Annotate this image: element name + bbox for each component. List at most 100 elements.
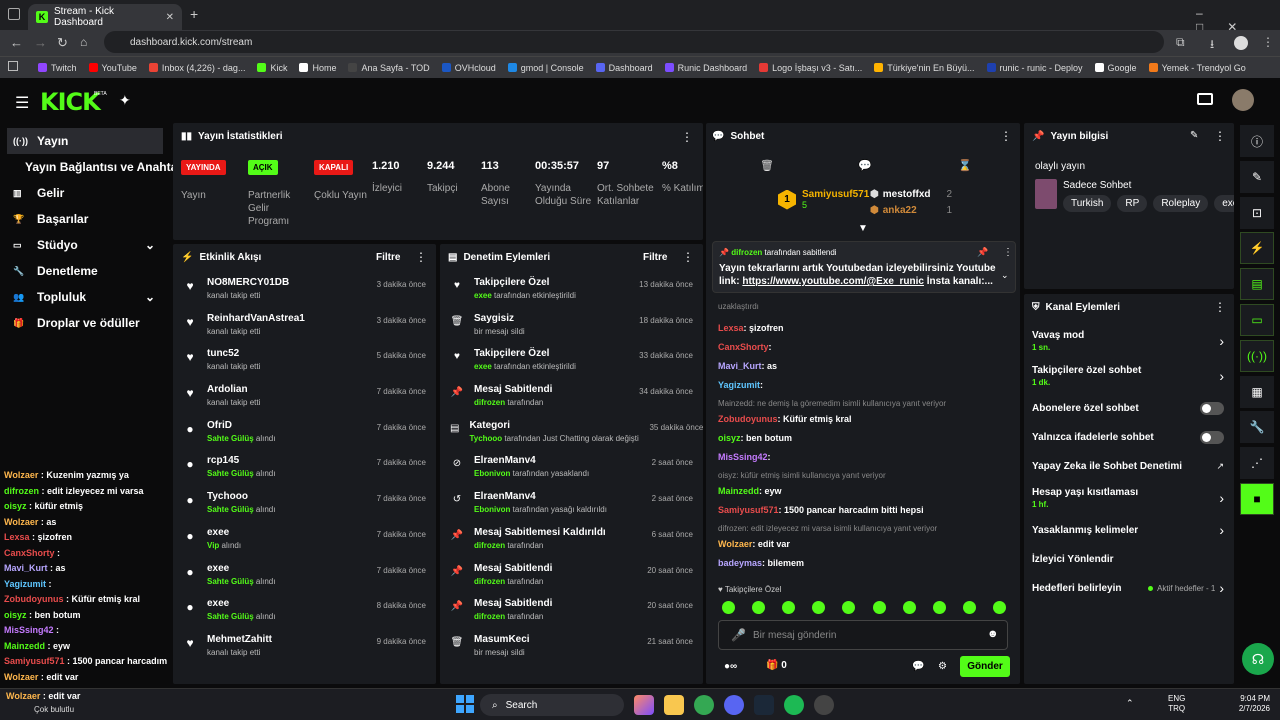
bookmark-item[interactable]: Kick: [257, 63, 287, 73]
tray-chevron-icon[interactable]: ⌃: [1126, 698, 1134, 709]
share-icon[interactable]: ⋰: [1240, 447, 1274, 480]
activity-item[interactable]: ● Tychooo Sahte Gülüş alındı 7 dakika önce: [173, 491, 436, 527]
settings-gear-icon[interactable]: ⚙: [938, 661, 947, 672]
sidebar-item-1[interactable]: ((·)) Yayın: [7, 128, 163, 154]
pinned-message[interactable]: 📌 difrozen tarafından sabitlendi 📌 ⋮ Yay…: [712, 241, 1016, 293]
chevron-right-icon[interactable]: ›: [1219, 580, 1224, 596]
bot-icon[interactable]: ■: [1240, 483, 1274, 515]
bookmark-item[interactable]: Yemek - Trendyol Go: [1148, 63, 1246, 73]
chevron-down-icon[interactable]: ⌄: [145, 290, 155, 304]
activity-item[interactable]: ● OfriD Sahte Gülüş alındı 7 dakika önce: [173, 420, 436, 456]
steam-icon[interactable]: [754, 695, 774, 715]
reload-icon[interactable]: ↻: [57, 35, 68, 51]
chat-message[interactable]: Mainzedd: ne demiş la göremedim isimli k…: [718, 398, 1014, 425]
file-explorer-icon[interactable]: [664, 695, 684, 715]
chat-username[interactable]: CanxShorty: [718, 342, 769, 352]
bookmark-item[interactable]: Home: [299, 63, 336, 73]
gift-counter[interactable]: 🎁 0: [766, 660, 787, 671]
app-icon[interactable]: [814, 695, 834, 715]
pinned-link[interactable]: https://www.youtube.com/@Exe_runic: [742, 276, 924, 287]
moderation-menu-icon[interactable]: ⋮: [682, 250, 694, 264]
chat-username[interactable]: badeymas: [718, 558, 762, 568]
chat-message[interactable]: Yagizumit:: [718, 379, 1014, 391]
emote-icon[interactable]: [962, 601, 976, 614]
channel-action-item[interactable]: Yasaklanmış kelimeler ›: [1024, 517, 1234, 543]
profile-icon[interactable]: [1234, 36, 1248, 50]
user-avatar[interactable]: [1232, 89, 1254, 111]
bookmark-item[interactable]: Inbox (4,226) - dag...: [148, 63, 245, 73]
channel-action-item[interactable]: Vavaş mod 1 sn. ›: [1024, 325, 1234, 357]
chat-message[interactable]: Samiyusuf571: 1500 pancar harcadım bitti…: [718, 504, 1014, 516]
external-link-icon[interactable]: ↗: [1216, 461, 1224, 472]
activity-item[interactable]: ♥ ReinhardVanAstrea1 kanalı takip etti 3 da…: [173, 313, 436, 349]
emote-icon[interactable]: [782, 601, 796, 614]
activity-item[interactable]: ♥ MehmetZahitt kanalı takip etti 9 dakika ö…: [173, 634, 436, 670]
apps-grid-icon[interactable]: [8, 61, 18, 71]
sidebar-item-5[interactable]: ▭ Stüdyo ⌄: [7, 232, 163, 258]
moderation-item[interactable]: ♥ Takipçilere Özel exee tarafından etkinle…: [440, 277, 703, 313]
moderation-item[interactable]: ▤ Kategori Tychooo tarafından Just Chattin…: [440, 420, 703, 456]
forward-icon[interactable]: →: [34, 35, 47, 50]
emote-icon[interactable]: [842, 601, 856, 614]
moderation-item[interactable]: 📌 Mesaj Sabitlendi difrozen tarafından 34 d…: [440, 384, 703, 420]
activity-item[interactable]: ● exee Sahte Gülüş alındı 8 dakika önce: [173, 598, 436, 634]
sidebar-item-8[interactable]: 🎁 Droplar ve ödüller: [7, 310, 163, 336]
taskbar-search[interactable]: ⌕ Search: [480, 694, 624, 716]
channel-action-item[interactable]: Yapay Zeka ile Sohbet Denetimi ↗: [1024, 453, 1234, 479]
chat-username[interactable]: Zobudoyunus: [718, 414, 778, 424]
emote-icon[interactable]: [992, 601, 1006, 614]
chat-message[interactable]: oisyz: ben botum: [718, 432, 1014, 444]
channel-action-item[interactable]: Abonelere özel sohbet: [1024, 395, 1234, 421]
wrench-icon[interactable]: 🔧: [1240, 411, 1274, 444]
bookmark-item[interactable]: Google: [1094, 63, 1137, 73]
tab-menu-icon[interactable]: [8, 8, 20, 20]
points-icon[interactable]: ●∞: [724, 661, 737, 672]
activity-menu-icon[interactable]: ⋮: [415, 250, 427, 264]
chevron-right-icon[interactable]: ›: [1219, 522, 1224, 538]
unpin-icon[interactable]: 📌: [977, 247, 988, 258]
chat-message[interactable]: oisyz: küfür etmiş isimli kullanıcıya ya…: [718, 470, 1014, 497]
emote-icon[interactable]: [902, 601, 916, 614]
browser-tab[interactable]: K Stream - Kick Dashboard ✕: [28, 4, 182, 30]
spotify-icon[interactable]: [784, 695, 804, 715]
hamburger-menu-icon[interactable]: ☰: [15, 93, 29, 113]
bookmark-item[interactable]: runic - runic - Deploy: [986, 63, 1083, 73]
bookmark-item[interactable]: Türkiye'nin En Büyü...: [874, 63, 975, 73]
new-tab-icon[interactable]: +: [190, 6, 198, 22]
emote-icon[interactable]: [812, 601, 826, 614]
bookmark-item[interactable]: Dashboard: [595, 63, 653, 73]
broadcast-icon[interactable]: ((·)): [1240, 339, 1274, 372]
home-icon[interactable]: ⌂: [80, 35, 87, 49]
tag-pill[interactable]: Roleplay: [1153, 195, 1209, 212]
moderation-item[interactable]: 📌 Mesaj Sabitlemesi Kaldırıldı difrozen ta…: [440, 527, 703, 563]
pinned-menu-icon[interactable]: ⋮: [1003, 247, 1013, 258]
activity-item[interactable]: ♥ NO8MERCY01DB kanalı takip etti 3 dakika ö…: [173, 277, 436, 313]
toggle-switch[interactable]: [1200, 430, 1224, 444]
channel-action-item[interactable]: Hesap yaşı kısıtlaması 1 hf. ›: [1024, 482, 1234, 514]
bookmark-item[interactable]: Logo İşbaşı v3 - Satı...: [759, 63, 862, 73]
chat-input[interactable]: 🎤 Bir mesaj gönderin ☻: [718, 620, 1008, 650]
emoji-picker-icon[interactable]: ☻: [987, 628, 999, 640]
chat-username[interactable]: Mavi_Kurt: [718, 361, 762, 371]
bookmark-item[interactable]: Runic Dashboard: [664, 63, 747, 73]
moderation-item[interactable]: 🗑 Saygisiz bir mesajı sildi 18 dakika önce: [440, 313, 703, 349]
chat-message[interactable]: Mavi_Kurt: as: [718, 360, 1014, 372]
channel-action-item[interactable]: Yalnızca ifadelerle sohbet: [1024, 424, 1234, 450]
activity-item[interactable]: ♥ Ardolian kanalı takip etti 7 dakika önce: [173, 384, 436, 420]
moderation-item[interactable]: 📌 Mesaj Sabitlendi difrozen tarafından 20 s…: [440, 598, 703, 634]
sidebar-item-3[interactable]: ▥ Gelir: [7, 180, 163, 206]
moderation-item[interactable]: 🗑 MasumKeci bir mesajı sildi 21 saat önce: [440, 634, 703, 670]
back-icon[interactable]: ←: [10, 35, 23, 50]
moderation-item[interactable]: 📌 Mesaj Sabitlendi difrozen tarafından 20 s…: [440, 563, 703, 599]
clock[interactable]: 9:04 PM 2/7/2026: [1232, 694, 1270, 714]
chevron-right-icon[interactable]: ›: [1219, 333, 1224, 349]
channel-actions-menu-icon[interactable]: ⋮: [1214, 300, 1226, 314]
bolt-icon[interactable]: ⚡: [1240, 232, 1274, 265]
discord-icon[interactable]: [724, 695, 744, 715]
info-icon[interactable]: ⓘ: [1240, 125, 1274, 157]
language-indicator[interactable]: ENG TRQ: [1168, 694, 1185, 714]
hourglass-icon[interactable]: ⌛: [958, 159, 972, 172]
address-bar[interactable]: dashboard.kick.com/stream: [104, 31, 1164, 53]
sidebar-item-4[interactable]: 🏆 Başarılar: [7, 206, 163, 232]
chat-username[interactable]: Mainzedd: [718, 486, 759, 496]
